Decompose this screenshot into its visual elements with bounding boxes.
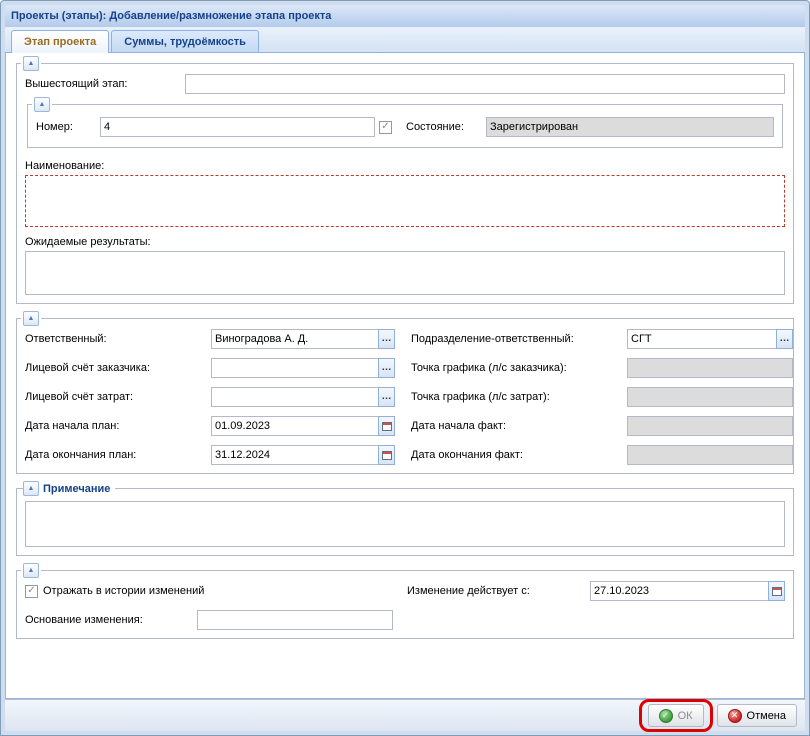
change-effective-label: Изменение действует с: [407,585,590,597]
calendar-trigger[interactable] [378,445,395,465]
parent-stage-label: Вышестоящий этап: [25,78,185,90]
history-checkbox-label: Отражать в истории изменений [43,585,204,597]
lookup-trigger-icon[interactable]: … [378,329,395,349]
start-date-fact-label: Дата начала факт: [411,420,627,432]
calendar-trigger[interactable] [378,416,395,436]
tab-strip: Этап проекта Суммы, трудоёмкость [5,27,805,53]
calendar-icon [772,587,782,596]
change-reason-input[interactable] [197,610,393,630]
change-reason-label: Основание изменения: [25,614,197,626]
note-textarea[interactable] [25,501,785,547]
lookup-trigger-icon[interactable]: … [378,358,395,378]
state-input [486,117,774,137]
calendar-icon [382,422,392,431]
cancel-button-label: Отмена [747,710,786,722]
collapse-icon[interactable]: ▲ [23,56,39,71]
collapse-icon[interactable]: ▲ [23,563,39,578]
customer-account-input[interactable] [211,358,378,378]
fieldset-number-state: ▲ Номер: ✓ Состояние: [27,104,783,148]
parent-stage-row: Вышестоящий этап: [25,74,785,94]
department-input[interactable] [627,329,776,349]
responsible-input[interactable] [211,329,378,349]
tab-stage[interactable]: Этап проекта [11,30,109,53]
collapse-icon[interactable]: ▲ [34,97,50,112]
tab-stage-label: Этап проекта [24,36,96,48]
name-textarea[interactable] [25,175,785,227]
cancel-button[interactable]: ✕ Отмена [717,704,797,727]
ok-button-highlight: ✓ ОК [639,699,713,732]
fieldset-main: ▲ Вышестоящий этап: ▲ Номер: ✓ Состояние… [16,63,794,304]
start-date-plan-label: Дата начала план: [25,420,211,432]
parent-stage-input[interactable] [185,74,785,94]
collapse-icon[interactable]: ▲ [23,481,39,496]
tab-sums[interactable]: Суммы, трудоёмкость [111,30,259,52]
number-label: Номер: [36,121,100,133]
start-date-plan-input[interactable] [211,416,378,436]
fieldset-details: ▲ Ответственный: … Подразделение-ответст… [16,318,794,474]
window-titlebar[interactable]: Проекты (этапы): Добавление/размножение … [5,5,805,27]
change-effective-input[interactable] [590,581,768,601]
ok-button-label: ОК [678,710,693,722]
department-label: Подразделение-ответственный: [411,333,627,345]
start-date-fact-input [627,416,793,436]
dialog-window: Проекты (этапы): Добавление/размножение … [0,0,810,736]
end-date-plan-label: Дата окончания план: [25,449,211,461]
cost-schedule-point-input [627,387,793,407]
fieldset-history: ▲ ✓ Отражать в истории изменений Изменен… [16,570,794,639]
end-date-plan-input[interactable] [211,445,378,465]
calendar-trigger[interactable] [768,581,785,601]
customer-schedule-point-input [627,358,793,378]
expected-results-textarea[interactable] [25,251,785,295]
collapse-icon[interactable]: ▲ [23,311,39,326]
state-label: Состояние: [406,121,486,133]
footer-toolbar: ✓ ОК ✕ Отмена [5,699,805,731]
cancel-x-icon: ✕ [728,709,742,723]
name-label: Наименование: [25,160,785,172]
calendar-icon [382,451,392,460]
lookup-trigger-icon[interactable]: … [378,387,395,407]
customer-schedule-point-label: Точка графика (л/с заказчика): [411,362,627,374]
ok-check-icon: ✓ [659,709,673,723]
lookup-trigger-icon[interactable]: … [776,329,793,349]
cost-account-input[interactable] [211,387,378,407]
history-checkbox[interactable]: ✓ [25,585,38,598]
form-panel: ▲ Вышестоящий этап: ▲ Номер: ✓ Состояние… [5,53,805,699]
auto-number-checkbox[interactable]: ✓ [379,121,392,134]
end-date-fact-input [627,445,793,465]
customer-account-label: Лицевой счёт заказчика: [25,362,211,374]
ok-button[interactable]: ✓ ОК [648,704,704,727]
tab-sums-label: Суммы, трудоёмкость [124,36,246,48]
number-input[interactable] [100,117,375,137]
expected-results-label: Ожидаемые результаты: [25,236,785,248]
end-date-fact-label: Дата окончания факт: [411,449,627,461]
responsible-label: Ответственный: [25,333,211,345]
cost-account-label: Лицевой счёт затрат: [25,391,211,403]
window-title: Проекты (этапы): Добавление/размножение … [11,10,331,22]
fieldset-note: ▲ Примечание [16,488,794,556]
note-legend: Примечание [43,483,110,495]
cost-schedule-point-label: Точка графика (л/с затрат): [411,391,627,403]
